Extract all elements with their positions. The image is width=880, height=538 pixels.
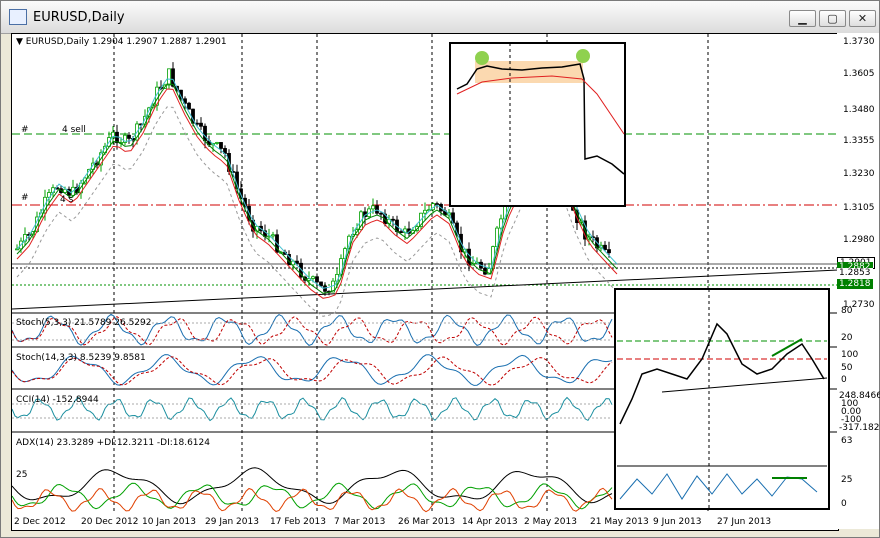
date-label: 9 Jun 2013 — [653, 517, 702, 527]
price-tick: 1.3480 — [843, 105, 875, 115]
adx-minus-di-line — [12, 487, 613, 513]
candle-body — [311, 276, 315, 279]
candle-body — [167, 68, 171, 86]
candle-body — [271, 234, 275, 237]
candle-body — [371, 205, 375, 210]
support-price-tag: 1.2818 — [837, 279, 873, 289]
candle-body — [203, 125, 207, 142]
adx-label: ADX(14) 23.3289 +DI:12.3211 -DI:18.6124 — [16, 438, 210, 448]
price-axis[interactable]: 1.3730 1.3605 1.3480 1.3355 1.3230 1.310… — [837, 33, 880, 529]
annotation-sell: 4 sell — [62, 125, 86, 135]
candle-body — [391, 218, 395, 221]
annotation-sell-2: 4 s — [60, 195, 74, 205]
date-label: 7 Mar 2013 — [334, 517, 386, 527]
adx-level-label: 25 — [16, 470, 28, 480]
price-line-tag-2: 1.2853 — [837, 268, 873, 278]
stoch1-label: Stoch(5,3,3) 21.5789 26.5292 — [16, 318, 152, 328]
stoch2-axis-100: 100 — [841, 350, 859, 360]
price-tick: 1.2980 — [843, 235, 875, 245]
price-tick: 1.3355 — [843, 136, 875, 146]
candle-body — [187, 102, 191, 110]
candle-body — [171, 68, 175, 87]
date-label: 21 May 2013 — [590, 517, 649, 527]
title-bar[interactable]: EURUSD,Daily ▁ ▢ ✕ — [1, 1, 879, 34]
adx-line — [12, 467, 613, 505]
candle-body — [199, 122, 203, 127]
annotation-hash: # — [21, 125, 29, 135]
window-title: EURUSD,Daily — [33, 10, 125, 25]
adx-axis-25: 25 — [841, 475, 853, 485]
candle-body — [379, 212, 383, 215]
stoch2-axis-0: 0 — [841, 375, 847, 385]
candle-body — [315, 276, 319, 283]
adx-axis-63: 63 — [841, 436, 853, 446]
candle-body — [219, 142, 223, 149]
date-label: 17 Feb 2013 — [270, 517, 327, 527]
cci-label: CCI(14) -152.8944 — [16, 395, 99, 405]
chart-window: EURUSD,Daily ▁ ▢ ✕ ▼ EURUSD,Daily 1.2904… — [0, 0, 880, 538]
candle-body — [399, 231, 403, 233]
candle-body — [15, 248, 19, 251]
main-pane-header: ▼ EURUSD,Daily 1.2904 1.2907 1.2887 1.29… — [16, 37, 227, 47]
minimize-button[interactable]: ▁ — [789, 10, 816, 27]
maximize-button[interactable]: ▢ — [819, 10, 846, 27]
price-tick: 1.3105 — [843, 203, 875, 213]
cci-axis-min: -317.182 — [839, 423, 880, 433]
date-label: 14 Apr 2013 — [462, 517, 518, 527]
candle-body — [127, 134, 131, 139]
stoch1-axis-80: 80 — [841, 306, 853, 316]
chart-area[interactable]: ▼ EURUSD,Daily 1.2904 1.2907 1.2887 1.29… — [11, 33, 839, 531]
close-button[interactable]: ✕ — [849, 10, 876, 27]
stoch2-label: Stoch(14,3,3) 8.5239 9.8581 — [16, 353, 146, 363]
candle-body — [319, 281, 323, 287]
chart-window-icon — [9, 9, 27, 25]
adx-plus-di-line — [12, 482, 613, 510]
date-label: 20 Dec 2012 — [81, 517, 139, 527]
candle-body — [607, 249, 611, 254]
date-label: 27 Jun 2013 — [717, 517, 772, 527]
inset1-marker-icon — [475, 51, 489, 65]
candle-body — [603, 244, 607, 251]
date-label: 2 May 2013 — [524, 517, 577, 527]
chart-canvas — [12, 34, 838, 514]
inset-chart-2 — [614, 288, 830, 510]
annotation-hash-2: # — [21, 193, 29, 203]
stoch1-axis-20: 20 — [841, 333, 853, 343]
adx-axis-0: 0 — [841, 499, 847, 509]
date-label: 2 Dec 2012 — [14, 517, 66, 527]
inset1-highlight-zone — [475, 61, 583, 83]
candle-body — [215, 142, 219, 144]
date-label: 10 Jan 2013 — [142, 517, 196, 527]
price-tick: 1.3730 — [843, 37, 875, 47]
inset1-marker-icon — [576, 49, 590, 63]
candle-body — [423, 209, 427, 214]
date-label: 26 Mar 2013 — [398, 517, 456, 527]
candle-body — [467, 248, 471, 266]
candle-body — [295, 260, 299, 264]
date-label: 29 Jan 2013 — [205, 517, 259, 527]
price-tick: 1.3605 — [843, 69, 875, 79]
price-tick: 1.3230 — [843, 169, 875, 179]
stoch2-axis-50: 50 — [841, 363, 853, 373]
cci-line — [12, 396, 613, 422]
